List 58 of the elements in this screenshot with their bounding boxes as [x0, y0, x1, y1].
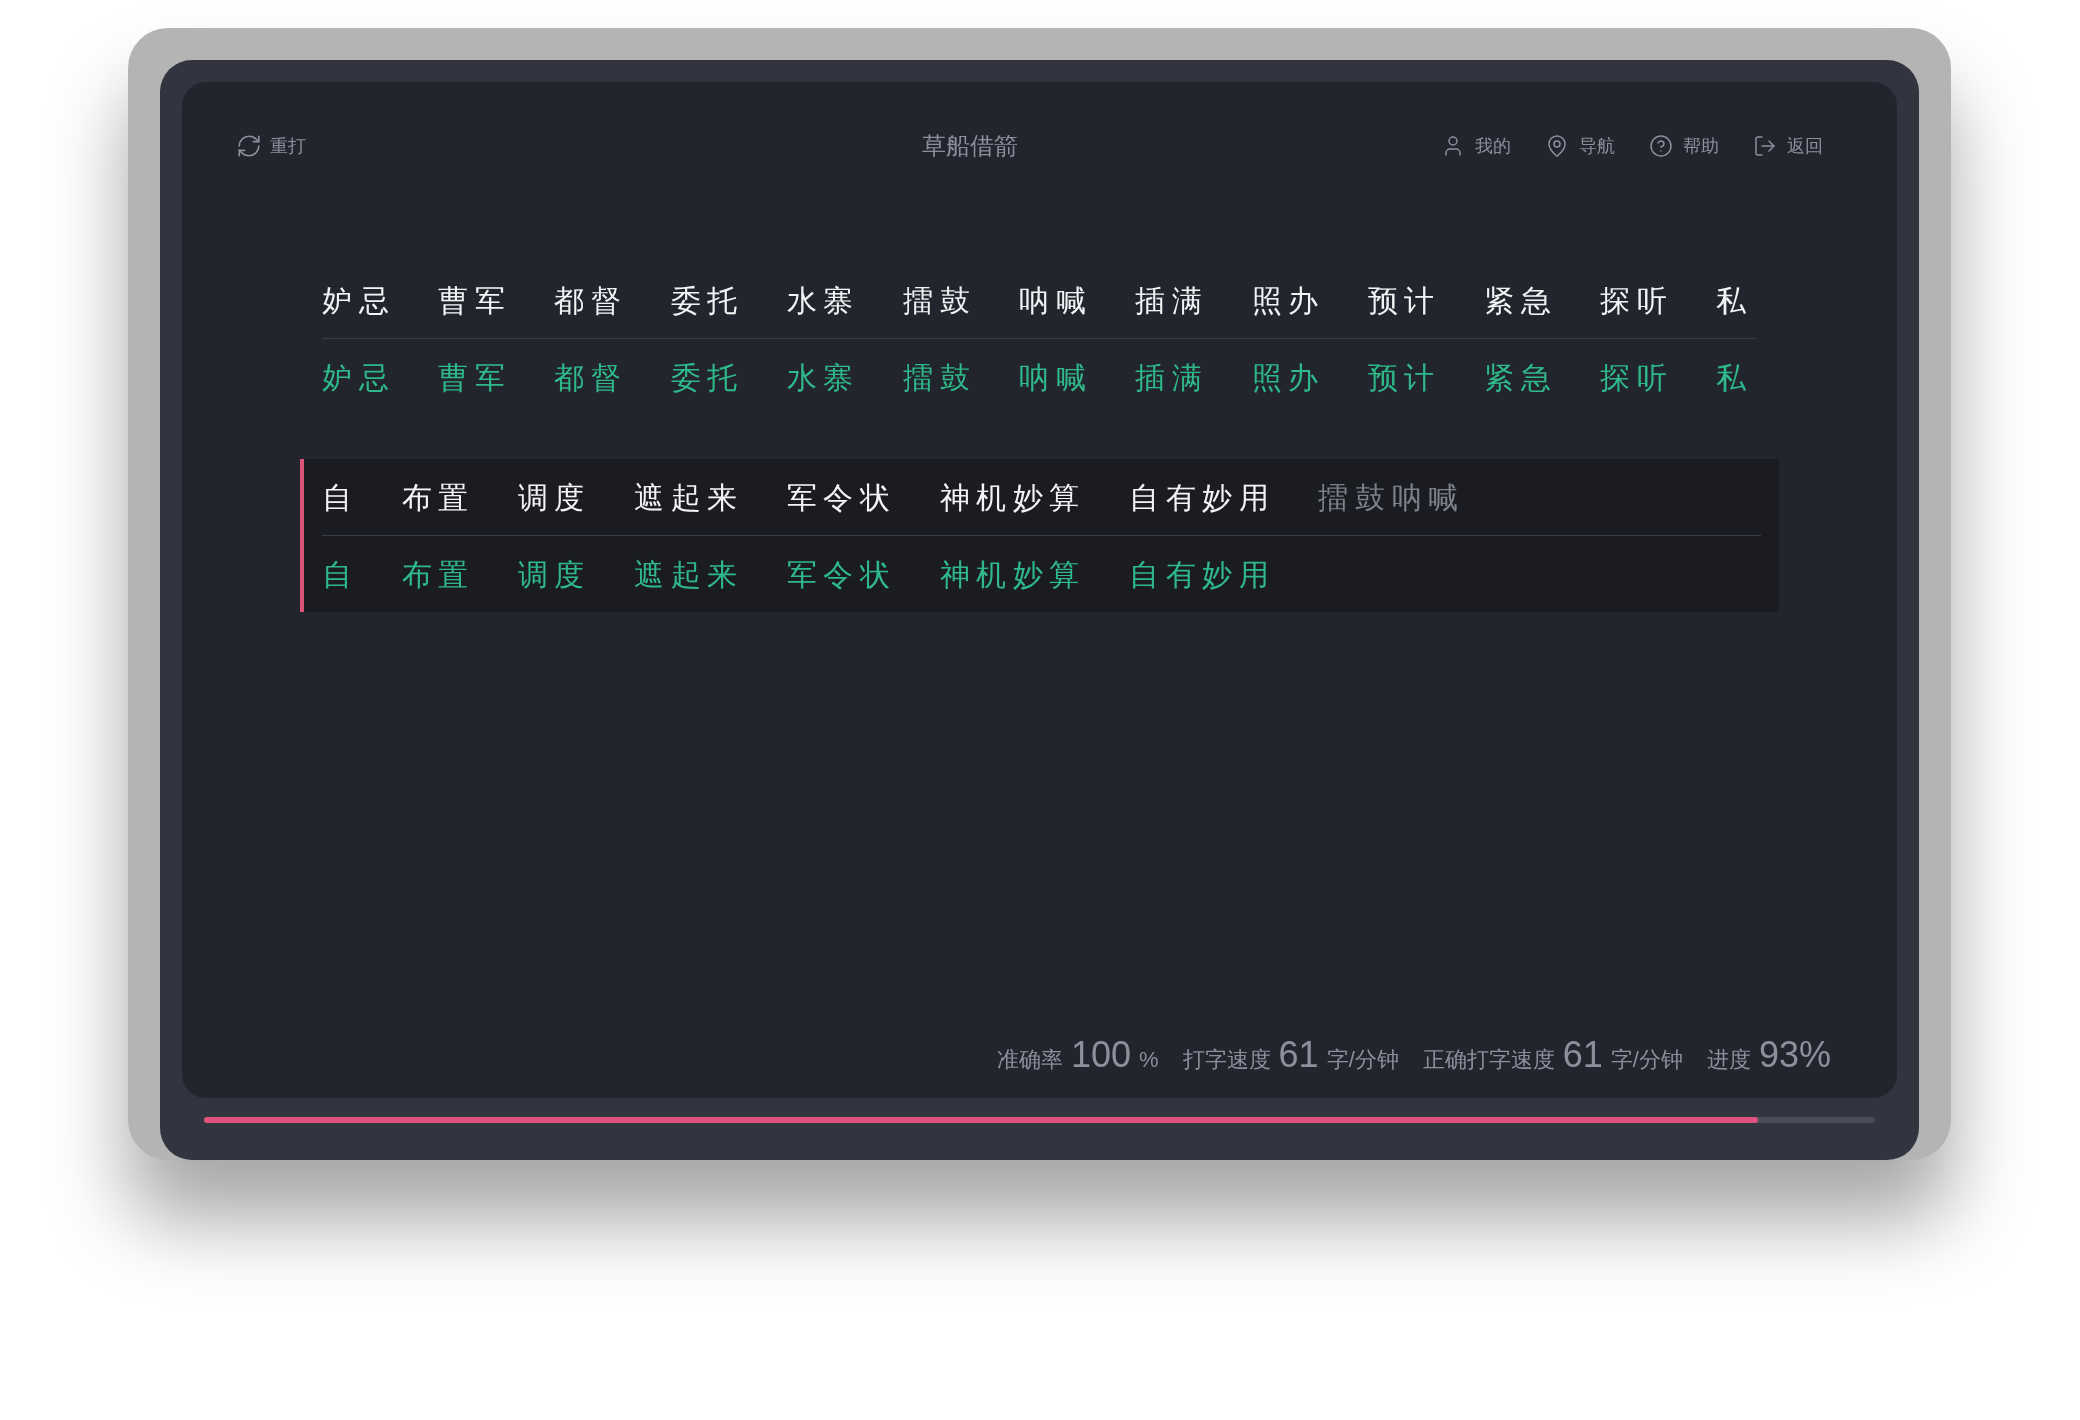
target-word: 妒忌: [322, 282, 396, 319]
stat-label: 进度: [1706, 1046, 1751, 1074]
stat-unit: 字/分钟: [1326, 1046, 1399, 1074]
page-title: 草船借箭: [920, 131, 1019, 161]
target-word: 委托: [670, 282, 744, 319]
typed-word: 自有妙用: [1129, 556, 1276, 593]
stat-unit: %: [1139, 1046, 1159, 1074]
typed-word: 都督: [554, 359, 628, 396]
target-word: 神机妙算: [939, 479, 1087, 516]
stat-label: 打字速度: [1182, 1046, 1271, 1074]
typed-word: 私: [1716, 359, 1754, 396]
target-word: 自有妙用: [1129, 479, 1276, 516]
typed-word: 布置: [401, 556, 475, 593]
typed-word: 擂鼓: [903, 359, 977, 396]
typed-word: 照办: [1251, 359, 1325, 396]
target-word: 布置: [401, 479, 475, 516]
typed-word: 神机妙算: [939, 556, 1087, 593]
target-word: 自: [322, 479, 359, 516]
target-word: 私: [1716, 282, 1754, 319]
stat-value: 100: [1070, 1033, 1132, 1077]
menu-link[interactable]: 我的: [1441, 132, 1511, 160]
typed-word: 妒忌: [322, 359, 396, 396]
stat-value: 93%: [1758, 1033, 1831, 1077]
typed-word: 曹军: [438, 359, 512, 396]
typed-word: 水寨: [786, 359, 860, 396]
typed-word: 预计: [1367, 359, 1442, 396]
typed-word: 呐喊: [1019, 359, 1093, 396]
target-word: 遮起来: [634, 479, 744, 516]
typed-word: 调度: [517, 556, 591, 593]
menu-link[interactable]: 帮助: [1649, 132, 1719, 160]
menu-link[interactable]: 返回: [1753, 132, 1823, 160]
target-word: 擂鼓呐喊: [1318, 479, 1465, 516]
typed-word: 委托: [670, 359, 744, 396]
restart-button[interactable]: 重打: [236, 132, 536, 160]
target-word: 呐喊: [1019, 282, 1093, 319]
typed-word: 插满: [1135, 359, 1209, 396]
target-word: 军令状: [786, 479, 897, 516]
target-word: 曹军: [438, 282, 512, 319]
typed-word: 探听: [1600, 359, 1674, 396]
typed-word: 自: [322, 556, 359, 593]
target-word: 预计: [1367, 282, 1442, 319]
target-word: 探听: [1600, 282, 1674, 319]
typed-word: 紧急: [1484, 359, 1558, 396]
target-word: 调度: [517, 479, 591, 516]
target-word: 插满: [1135, 282, 1209, 319]
stat-label: 准确率: [996, 1046, 1063, 1074]
typed-word: 遮起来: [634, 556, 744, 593]
menu-link[interactable]: 导航: [1545, 132, 1615, 160]
stat-label: 正确打字速度: [1422, 1046, 1555, 1074]
target-word: 水寨: [786, 282, 860, 319]
target-word: 擂鼓: [903, 282, 977, 319]
target-word: 都督: [554, 282, 628, 319]
stat-value: 61: [1278, 1033, 1319, 1077]
target-word: 紧急: [1484, 282, 1558, 319]
stat-value: 61: [1562, 1033, 1603, 1077]
target-word: 照办: [1251, 282, 1325, 319]
stat-unit: 字/分钟: [1610, 1046, 1683, 1074]
typed-word: 军令状: [786, 556, 897, 593]
